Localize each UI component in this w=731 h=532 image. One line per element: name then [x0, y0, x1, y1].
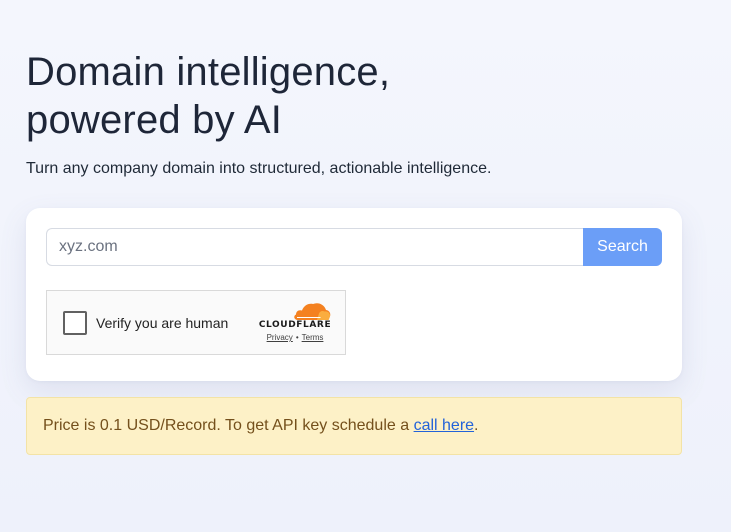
captcha-label: Verify you are human	[96, 315, 229, 331]
search-button[interactable]: Search	[583, 228, 662, 266]
page-title-line-1: Domain intelligence,	[26, 50, 391, 94]
captcha-links: Privacy • Terms	[255, 333, 335, 342]
search-form: Search	[46, 228, 662, 266]
schedule-call-link[interactable]: call here	[414, 417, 474, 434]
pricing-notice: Price is 0.1 USD/Record. To get API key …	[26, 397, 682, 455]
page-subtitle: Turn any company domain into structured,…	[26, 160, 492, 177]
cloudflare-wordmark: CLOUDFLARE	[258, 320, 332, 330]
page-title-line-2: powered by AI	[26, 98, 283, 142]
pricing-notice-suffix: .	[474, 417, 479, 434]
hero-section: Domain intelligence, powered by AI Turn …	[26, 48, 686, 180]
pricing-notice-text: Price is 0.1 USD/Record. To get API key …	[43, 417, 479, 435]
domain-search-input[interactable]	[46, 228, 583, 266]
privacy-link[interactable]: Privacy	[267, 333, 293, 342]
page-title: Domain intelligence, powered by AI	[26, 48, 686, 144]
pricing-notice-prefix: Price is 0.1 USD/Record. To get API key …	[43, 417, 414, 434]
verify-human-checkbox[interactable]	[63, 311, 87, 335]
terms-link[interactable]: Terms	[302, 333, 324, 342]
cloudflare-logo: CLOUDFLARE Privacy • Terms	[255, 301, 335, 345]
search-card: Search Verify you are human CLOUDFLARE P…	[26, 208, 682, 381]
captcha-widget: Verify you are human CLOUDFLARE Privacy •…	[46, 290, 346, 355]
link-separator: •	[295, 333, 299, 342]
cloudflare-cloud-icon	[294, 303, 331, 320]
